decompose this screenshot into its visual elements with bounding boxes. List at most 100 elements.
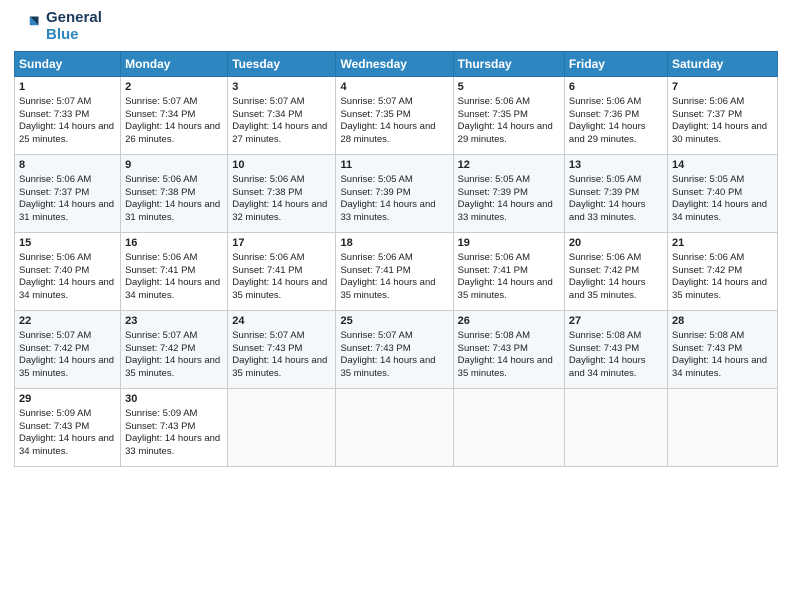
sunset-label: Sunset: 7:38 PM [125, 187, 195, 198]
calendar-cell: 23Sunrise: 5:07 AMSunset: 7:42 PMDayligh… [121, 311, 228, 389]
day-number: 27 [569, 314, 663, 329]
calendar-cell: 22Sunrise: 5:07 AM Sunset: 7:42 PMDayligh… [15, 311, 121, 389]
calendar-week-1: 1Sunrise: 5:07 AMSunset: 7:33 PMDaylight… [15, 77, 778, 155]
sunrise-label: Sunrise: 5:06 AM [569, 96, 641, 107]
day-number: 19 [458, 236, 560, 251]
calendar-cell [667, 389, 777, 467]
page: General Blue Sunday Monday Tuesday Wedne… [0, 0, 792, 612]
day-number: 7 [672, 80, 773, 95]
daylight-label: Daylight: 14 hours and 35 minutes. [232, 277, 327, 301]
sunset-label: Sunset: 7:42 PM [125, 343, 195, 354]
sunset-label: Sunset: 7:40 PM [672, 187, 742, 198]
daylight-label: Daylight: 14 hours and 33 minutes. [125, 433, 220, 457]
calendar-cell: 3Sunrise: 5:07 AMSunset: 7:34 PMDaylight… [228, 77, 336, 155]
sunrise-label: Sunrise: 5:06 AM [340, 252, 412, 263]
calendar-cell [336, 389, 453, 467]
sunrise-label: Sunrise: 5:06 AM [672, 252, 744, 263]
calendar-cell: 29Sunrise: 5:09 AMSunset: 7:43 PMDayligh… [15, 389, 121, 467]
sunset-label: Sunset: 7:33 PM [19, 109, 89, 120]
calendar-cell: 6Sunrise: 5:06 AMSunset: 7:36 PMDaylight… [564, 77, 667, 155]
sunrise-label: Sunrise: 5:06 AM [232, 174, 304, 185]
sunrise-label: Sunrise: 5:06 AM [232, 252, 304, 263]
daylight-label: Daylight: 14 hours and 31 minutes. [19, 199, 114, 223]
day-number: 22 [19, 314, 116, 329]
calendar-week-3: 15Sunrise: 5:06 AMSunset: 7:40 PMDayligh… [15, 233, 778, 311]
daylight-label: Daylight: 14 hours and 34 minutes. [19, 277, 114, 301]
sunset-label: Sunset: 7:43 PM [232, 343, 302, 354]
sunrise-label: Sunrise: 5:06 AM [672, 96, 744, 107]
daylight-label: Daylight: 14 hours and 26 minutes. [125, 121, 220, 145]
daylight-label: Daylight: 14 hours and 34 minutes. [125, 277, 220, 301]
sunset-label: Sunset: 7:39 PM [569, 187, 639, 198]
day-number: 2 [125, 80, 223, 95]
calendar-cell: 26Sunrise: 5:08 AMSunset: 7:43 PMDayligh… [453, 311, 564, 389]
daylight-label: Daylight: 14 hours and 28 minutes. [340, 121, 435, 145]
sunset-label: Sunset: 7:41 PM [458, 265, 528, 276]
sunset-label: Sunset: 7:41 PM [340, 265, 410, 276]
sunset-label: Sunset: 7:34 PM [232, 109, 302, 120]
calendar-cell: 14Sunrise: 5:05 AMSunset: 7:40 PMDayligh… [667, 155, 777, 233]
day-number: 4 [340, 80, 448, 95]
calendar-cell: 27Sunrise: 5:08 AMSunset: 7:43 PMDayligh… [564, 311, 667, 389]
logo-icon [14, 13, 42, 41]
sunset-label: Sunset: 7:37 PM [672, 109, 742, 120]
sunset-label: Sunset: 7:39 PM [340, 187, 410, 198]
sunrise-label: Sunrise: 5:06 AM [458, 252, 530, 263]
day-number: 8 [19, 158, 116, 173]
day-number: 14 [672, 158, 773, 173]
daylight-label: Daylight: 14 hours and 34 minutes. [569, 355, 646, 379]
day-number: 20 [569, 236, 663, 251]
calendar-cell [564, 389, 667, 467]
day-number: 28 [672, 314, 773, 329]
col-thursday: Thursday [453, 52, 564, 77]
sunset-label: Sunset: 7:35 PM [340, 109, 410, 120]
daylight-label: Daylight: 14 hours and 33 minutes. [458, 199, 553, 223]
sunset-label: Sunset: 7:41 PM [125, 265, 195, 276]
daylight-label: Daylight: 14 hours and 35 minutes. [19, 355, 114, 379]
sunrise-label: Sunrise: 5:07 AM [125, 330, 197, 341]
sunrise-label: Sunrise: 5:07 AM [19, 330, 91, 341]
sunset-label: Sunset: 7:41 PM [232, 265, 302, 276]
daylight-label: Daylight: 14 hours and 25 minutes. [19, 121, 114, 145]
sunrise-label: Sunrise: 5:05 AM [458, 174, 530, 185]
sunrise-label: Sunrise: 5:09 AM [125, 408, 197, 419]
day-number: 1 [19, 80, 116, 95]
calendar-cell: 19Sunrise: 5:06 AMSunset: 7:41 PMDayligh… [453, 233, 564, 311]
sunset-label: Sunset: 7:43 PM [19, 421, 89, 432]
daylight-label: Daylight: 14 hours and 35 minutes. [340, 355, 435, 379]
daylight-label: Daylight: 14 hours and 27 minutes. [232, 121, 327, 145]
calendar-week-2: 8Sunrise: 5:06 AMSunset: 7:37 PMDaylight… [15, 155, 778, 233]
sunrise-label: Sunrise: 5:07 AM [340, 96, 412, 107]
calendar-cell: 12Sunrise: 5:05 AMSunset: 7:39 PMDayligh… [453, 155, 564, 233]
daylight-label: Daylight: 14 hours and 34 minutes. [19, 433, 114, 457]
calendar-cell [453, 389, 564, 467]
calendar-cell: 8Sunrise: 5:06 AMSunset: 7:37 PMDaylight… [15, 155, 121, 233]
sunrise-label: Sunrise: 5:09 AM [19, 408, 91, 419]
header: General Blue [14, 10, 778, 43]
calendar-cell: 13Sunrise: 5:05 AMSunset: 7:39 PMDayligh… [564, 155, 667, 233]
sunrise-label: Sunrise: 5:06 AM [125, 174, 197, 185]
col-saturday: Saturday [667, 52, 777, 77]
logo: General Blue [14, 10, 102, 43]
sunrise-label: Sunrise: 5:07 AM [19, 96, 91, 107]
day-number: 26 [458, 314, 560, 329]
sunset-label: Sunset: 7:42 PM [19, 343, 89, 354]
sunset-label: Sunset: 7:42 PM [672, 265, 742, 276]
daylight-label: Daylight: 14 hours and 35 minutes. [569, 277, 646, 301]
daylight-label: Daylight: 14 hours and 34 minutes. [672, 355, 767, 379]
sunrise-label: Sunrise: 5:05 AM [340, 174, 412, 185]
calendar-cell: 30Sunrise: 5:09 AMSunset: 7:43 PMDayligh… [121, 389, 228, 467]
day-number: 17 [232, 236, 331, 251]
sunset-label: Sunset: 7:43 PM [672, 343, 742, 354]
sunset-label: Sunset: 7:37 PM [19, 187, 89, 198]
sunrise-label: Sunrise: 5:05 AM [672, 174, 744, 185]
sunset-label: Sunset: 7:36 PM [569, 109, 639, 120]
sunrise-label: Sunrise: 5:06 AM [569, 252, 641, 263]
day-number: 16 [125, 236, 223, 251]
sunset-label: Sunset: 7:35 PM [458, 109, 528, 120]
sunrise-label: Sunrise: 5:06 AM [458, 96, 530, 107]
calendar-cell: 20Sunrise: 5:06 AMSunset: 7:42 PMDayligh… [564, 233, 667, 311]
sunset-label: Sunset: 7:43 PM [458, 343, 528, 354]
daylight-label: Daylight: 14 hours and 35 minutes. [125, 355, 220, 379]
day-number: 9 [125, 158, 223, 173]
